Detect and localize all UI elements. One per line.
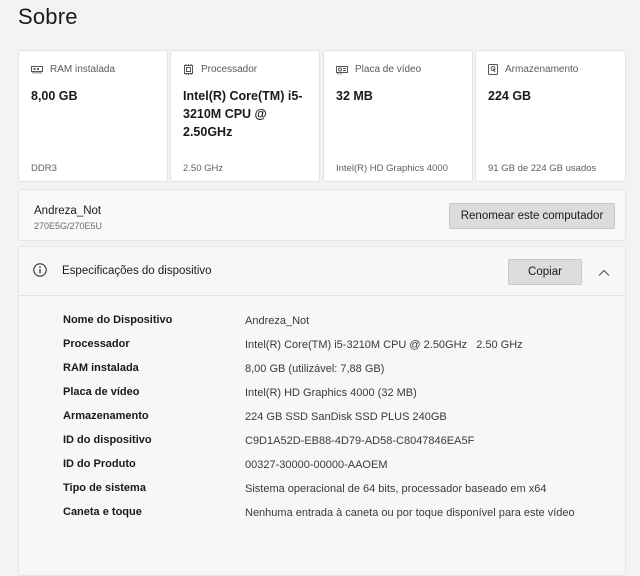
card-footer: 91 GB de 224 GB usados [488, 163, 597, 174]
card-storage: Armazenamento 224 GB 91 GB de 224 GB usa… [475, 50, 626, 182]
ram-icon [31, 65, 43, 74]
card-value: 8,00 GB [31, 89, 78, 103]
spec-label: Tipo de sistema [63, 482, 146, 494]
card-ram: RAM instalada 8,00 GB DDR3 [18, 50, 168, 182]
card-footer: 2.50 GHz [183, 163, 224, 174]
spec-label: ID do Produto [63, 458, 136, 470]
copy-button[interactable]: Copiar [508, 259, 582, 285]
spec-label: ID do dispositivo [63, 434, 152, 446]
card-label: Placa de vídeo [355, 64, 422, 75]
hardware-summary-cards: RAM instalada 8,00 GB DDR3 Processador I… [18, 50, 626, 184]
spec-label: Caneta e toque [63, 506, 142, 518]
spec-label: Placa de vídeo [63, 386, 140, 398]
specifications-title: Especificações do dispositivo [62, 265, 212, 277]
specifications-header[interactable]: Especificações do dispositivo Copiar [19, 247, 625, 296]
device-name-bar: Andreza_Not 270E5G/270E5U Renomear este … [18, 189, 626, 241]
device-specifications-panel: Especificações do dispositivo Copiar Nom… [18, 246, 626, 576]
spec-row-device-name: Nome do Dispositivo Andreza_Not [63, 314, 603, 338]
spec-row-ram: RAM instalada 8,00 GB (utilizável: 7,88 … [63, 362, 603, 386]
card-footer: DDR3 [31, 163, 57, 174]
spec-value: Nenhuma entrada à caneta ou por toque di… [245, 507, 575, 519]
rename-computer-button[interactable]: Renomear este computador [449, 203, 615, 229]
spec-value: Sistema operacional de 64 bits, processa… [245, 483, 547, 495]
spec-row-pen-touch: Caneta e toque Nenhuma entrada à caneta … [63, 506, 603, 542]
spec-label: RAM instalada [63, 362, 139, 374]
storage-icon [488, 64, 498, 75]
spec-value: 00327-30000-00000-AAOEM [245, 459, 388, 471]
spec-value: 224 GB SSD SanDisk SSD PLUS 240GB [245, 411, 447, 423]
spec-value: Andreza_Not [245, 315, 310, 327]
specifications-list: Nome do Dispositivo Andreza_Not Processa… [63, 314, 603, 542]
spec-value: Intel(R) Core(TM) i5-3210M CPU @ 2.50GHz… [245, 339, 523, 351]
spec-value: C9D1A52D-EB88-4D79-AD58-C8047846EA5F [245, 435, 475, 447]
spec-value: 8,00 GB (utilizável: 7,88 GB) [245, 363, 385, 375]
spec-label: Nome do Dispositivo [63, 314, 173, 326]
chevron-up-icon[interactable] [598, 264, 610, 282]
card-processor: Processador Intel(R) Core(TM) i5-3210M C… [170, 50, 320, 182]
card-label: Armazenamento [505, 64, 579, 75]
device-model: 270E5G/270E5U [34, 221, 103, 231]
card-footer: Intel(R) HD Graphics 4000 [336, 163, 448, 174]
card-label: Processador [201, 64, 258, 75]
spec-value: Intel(R) HD Graphics 4000 (32 MB) [245, 387, 417, 399]
card-value: Intel(R) Core(TM) i5-3210M CPU @ 2.50GHz [183, 89, 303, 139]
processor-icon [183, 64, 194, 75]
page-title: Sobre [18, 4, 78, 29]
card-value: 32 MB [336, 89, 373, 103]
card-value: 224 GB [488, 89, 532, 103]
device-name: Andreza_Not [34, 205, 102, 217]
spec-row-system-type: Tipo de sistema Sistema operacional de 6… [63, 482, 603, 506]
spec-label: Processador [63, 338, 130, 350]
card-label: RAM instalada [50, 64, 116, 75]
card-gpu: Placa de vídeo 32 MB Intel(R) HD Graphic… [323, 50, 473, 182]
spec-label: Armazenamento [63, 410, 149, 422]
spec-row-storage: Armazenamento 224 GB SSD SanDisk SSD PLU… [63, 410, 603, 434]
spec-row-processor: Processador Intel(R) Core(TM) i5-3210M C… [63, 338, 603, 362]
spec-row-product-id: ID do Produto 00327-30000-00000-AAOEM [63, 458, 603, 482]
spec-row-gpu: Placa de vídeo Intel(R) HD Graphics 4000… [63, 386, 603, 410]
spec-row-device-id: ID do dispositivo C9D1A52D-EB88-4D79-AD5… [63, 434, 603, 458]
gpu-icon [336, 65, 348, 75]
info-icon [33, 263, 47, 282]
